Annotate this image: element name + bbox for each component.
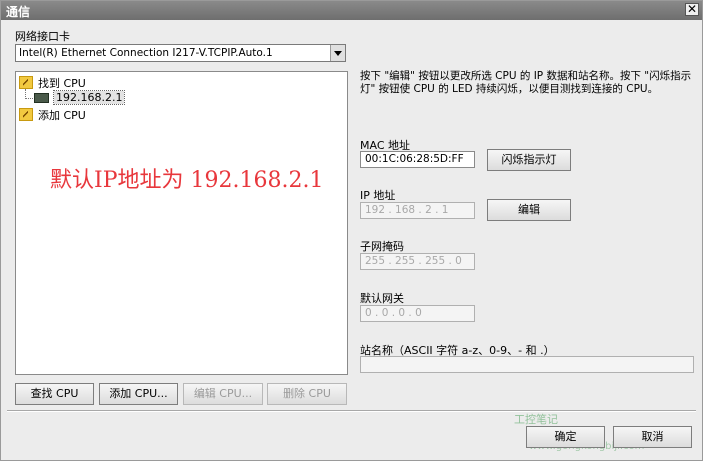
window-title: 通信 [6,5,31,19]
communications-dialog: 通信 ✕ 网络接口卡 Intel(R) Ethernet Connection … [0,0,703,461]
edit-cpu-button[interactable]: 编辑 CPU... [183,383,263,405]
close-button[interactable]: ✕ [685,3,699,16]
subnet-mask-label: 子网掩码 [360,240,404,253]
ip-address-label: IP 地址 [360,189,396,202]
instructions-text: 按下 "编辑" 按钮以更改所选 CPU 的 IP 数据和站名称。按下 "闪烁指示… [360,70,692,95]
flash-led-button[interactable]: 闪烁指示灯 [487,149,571,171]
tree-item-cpu-192-168-2-1[interactable]: 192.168.2.1 [52,90,126,105]
delete-cpu-button[interactable]: 删除 CPU [267,383,347,405]
mac-address-field: 00:1C:06:28:5D:FF [360,151,475,168]
default-gateway-field[interactable]: 0 . 0 . 0 . 0 [360,305,475,322]
title-bar[interactable]: 通信 ✕ [1,1,702,20]
dialog-separator [7,410,696,412]
edit-button[interactable]: 编辑 [487,199,571,221]
add-folder-icon [19,108,33,121]
subnet-mask-field[interactable]: 255 . 255 . 255 . 0 [360,253,475,270]
default-gateway-label: 默认网关 [360,292,404,305]
chevron-down-icon[interactable] [330,45,345,61]
cpu-tree[interactable]: 找到 CPU 192.168.2.1 添加 CPU [15,71,348,375]
cancel-button[interactable]: 取消 [613,426,692,448]
tree-connector [25,98,33,99]
cpu-device-icon [34,93,49,103]
network-interface-select[interactable]: Intel(R) Ethernet Connection I217-V.TCPI… [15,44,346,62]
tree-item-found-cpu[interactable]: 找到 CPU [38,75,86,91]
tree-item-add-cpu[interactable]: 添加 CPU [38,107,86,123]
network-interface-label: 网络接口卡 [15,30,70,43]
watermark-logo-text: 工控笔记 [514,413,558,426]
ip-address-field[interactable]: 192 . 168 . 2 . 1 [360,202,475,219]
add-cpu-button[interactable]: 添加 CPU... [99,383,178,405]
close-icon: ✕ [686,2,698,16]
find-cpu-button[interactable]: 查找 CPU [15,383,94,405]
default-ip-annotation: 默认IP地址为 192.168.2.1 [50,168,324,193]
station-name-field[interactable] [360,356,694,373]
found-folder-icon [19,76,33,89]
network-interface-value: Intel(R) Ethernet Connection I217-V.TCPI… [19,47,273,59]
ok-button[interactable]: 确定 [526,426,605,448]
